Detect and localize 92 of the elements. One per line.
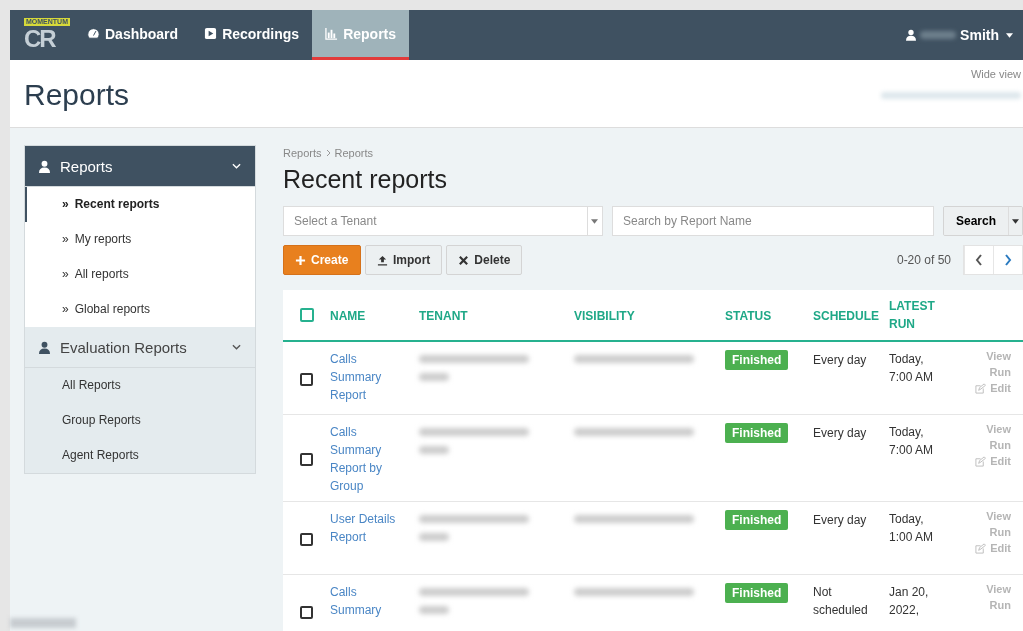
user-icon [39,159,50,173]
nav-tab[interactable]: Reports [312,10,410,60]
nav-tab[interactable]: Dashboard [74,10,192,60]
status-badge: Finished [725,583,789,603]
row-checkbox[interactable] [300,532,313,546]
latest-run-cell-text: Today, 7:00 AM [889,424,935,459]
close-icon [458,254,470,266]
row-checkbox[interactable] [300,452,313,466]
row-action-link[interactable]: Edit [975,542,1011,554]
row-action-link[interactable]: Run [989,599,1011,611]
chevron-right-icon [1004,254,1012,266]
pagination-count: 0-20 of 50 [896,253,951,267]
row-action-link[interactable]: View [986,583,1011,595]
user-menu[interactable]: Smith [906,10,1023,60]
row-action-link[interactable]: Run [989,526,1011,538]
column-header[interactable]: STATUS [725,306,772,325]
report-name-link[interactable]: User Details Report [330,510,410,546]
row-action-link[interactable]: Run [989,439,1011,451]
redacted-text [419,533,449,541]
delete-button[interactable]: Delete [446,245,523,275]
report-name-link[interactable]: Calls Summary Report by Group [330,423,410,495]
nav-tab[interactable]: Recordings [191,10,313,60]
column-header[interactable]: LATEST RUN [889,297,939,333]
sidebar-item[interactable]: Agent Reports [25,438,255,473]
schedule-cell-text: Every day [813,352,868,369]
column-header[interactable]: TENANT [419,306,468,325]
sidebar-item[interactable]: All Reports [25,368,255,403]
wide-view-link[interactable]: Wide view [970,68,1021,80]
caret-icon [1006,32,1013,38]
sidebar-item[interactable]: » All reports [25,257,255,292]
page-title: Reports [23,77,130,113]
row-action-link[interactable]: View [986,423,1011,435]
status-badge: Finished [725,423,789,443]
sidebar-item[interactable]: » My reports [25,222,255,257]
sidebar-item[interactable]: » Global reports [25,292,255,327]
report-name-link[interactable]: Calls Summary [330,583,410,619]
user-icon [906,29,917,41]
search-button[interactable]: Search [943,207,1008,235]
redacted-text [419,446,449,454]
column-header[interactable]: NAME [330,306,366,325]
bar-chart-icon [325,27,339,40]
report-name-link[interactable]: Calls Summary Report [330,350,410,404]
select-all-checkbox[interactable] [299,308,314,322]
latest-run-cell-text: Today, 7:00 AM [889,351,935,386]
section-title: Evaluation Reports [60,338,188,356]
caret-icon [591,218,599,224]
upload-icon [377,254,388,266]
schedule-cell-text: Every day [813,512,868,529]
logo-letters: CR [24,26,55,52]
column-header[interactable]: SCHEDULE [813,306,879,325]
breadcrumb-link[interactable]: Reports [283,147,322,159]
play-icon [204,27,218,40]
sidebar-item[interactable]: » Recent reports [25,187,255,222]
row-action-link[interactable]: View [986,350,1011,362]
schedule-cell-text: Not scheduled [813,584,869,619]
chevron-down-icon [232,344,241,350]
create-button[interactable]: Create [283,245,361,275]
row-action-link[interactable]: Edit [975,455,1011,467]
edit-icon [975,455,987,467]
schedule-cell-text: Every day [813,425,868,442]
status-badge: Finished [725,350,789,370]
edit-icon [975,382,987,394]
sidebar-item[interactable]: Group Reports [25,403,255,438]
caret-icon [1012,219,1019,224]
status-badge: Finished [725,510,789,530]
breadcrumb-link[interactable]: Reports [334,147,374,159]
chevron-left-icon [975,254,983,266]
user-icon [39,340,50,354]
gauge-icon [87,27,100,40]
row-action-link[interactable]: Run [989,366,1011,378]
row-action-link[interactable]: View [986,510,1011,522]
tenant-select[interactable]: Select a Tenant [283,206,603,236]
search-dropdown-button[interactable] [1008,207,1022,235]
latest-run-cell-text: Jan 20, 2022, [889,584,930,619]
column-header[interactable]: VISIBILITY [574,306,635,325]
section-title: Recent reports [283,165,448,194]
plus-icon [295,254,306,266]
sidebar-section-header[interactable]: Reports [25,146,255,187]
edit-icon [975,542,987,554]
redacted-text [419,373,449,381]
row-checkbox[interactable] [300,372,313,386]
latest-run-cell-text: Today, 1:00 AM [889,511,935,546]
row-checkbox[interactable] [300,605,313,619]
import-button[interactable]: Import [365,245,443,275]
redacted-text [10,618,76,628]
section-title: Reports [60,157,114,175]
chevron-right-icon [325,149,331,157]
redacted-text [419,606,449,614]
search-field[interactable]: Search by Report Name [612,206,934,236]
chevron-down-icon [232,163,241,169]
row-action-link[interactable]: Edit [975,382,1011,394]
sidebar-section-header[interactable]: Evaluation Reports [25,327,255,368]
